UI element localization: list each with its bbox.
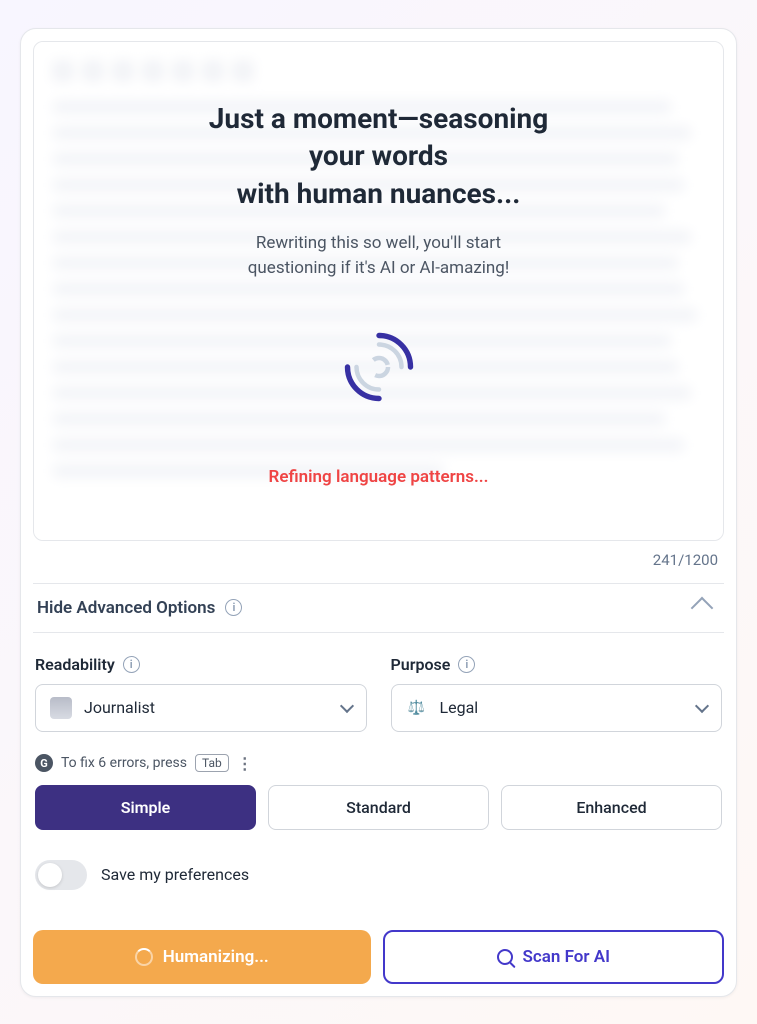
- scales-icon: ⚖️: [406, 697, 428, 719]
- overlay-subtitle: Rewriting this so well, you'll start que…: [248, 231, 509, 282]
- grammar-hint-text: To fix 6 errors, press: [61, 755, 187, 771]
- save-preferences-toggle[interactable]: [35, 860, 87, 890]
- mode-standard-button[interactable]: Standard: [268, 785, 489, 830]
- journalist-icon: [50, 697, 72, 719]
- purpose-value: Legal: [440, 698, 479, 717]
- loading-overlay: Just a moment—seasoning your words with …: [34, 42, 723, 540]
- scan-label: Scan For AI: [523, 947, 610, 967]
- chevron-up-icon: [691, 596, 714, 619]
- readability-select[interactable]: Journalist: [35, 684, 367, 732]
- title-line-3: with human nuances...: [237, 177, 521, 210]
- readability-column: Readability i Journalist: [35, 655, 367, 732]
- grammar-hint: G To fix 6 errors, press Tab ⋮: [33, 754, 724, 773]
- title-line-1: Just a moment—seasoning: [209, 102, 549, 135]
- info-icon[interactable]: i: [123, 656, 140, 673]
- mode-segments: Simple Standard Enhanced: [33, 785, 724, 830]
- overlay-title: Just a moment—seasoning your words with …: [209, 100, 549, 213]
- info-icon[interactable]: i: [225, 599, 242, 616]
- mode-enhanced-button[interactable]: Enhanced: [501, 785, 722, 830]
- advanced-options-label: Hide Advanced Options: [37, 598, 215, 618]
- scan-for-ai-button[interactable]: Scan For AI: [383, 930, 725, 984]
- humanize-label: Humanizing...: [163, 947, 269, 967]
- chevron-down-icon: [339, 698, 353, 712]
- humanize-button[interactable]: Humanizing...: [33, 930, 371, 984]
- info-icon[interactable]: i: [458, 656, 475, 673]
- readability-label-row: Readability i: [35, 655, 367, 674]
- word-count: 241/1200: [33, 541, 724, 583]
- options-row: Readability i Journalist Purpose i ⚖️ Le…: [33, 655, 724, 732]
- tab-key-badge: Tab: [195, 754, 229, 772]
- sub-line-2: questioning if it's AI or AI-amazing!: [248, 258, 509, 278]
- purpose-label-row: Purpose i: [391, 655, 723, 674]
- purpose-select[interactable]: ⚖️ Legal: [391, 684, 723, 732]
- fingerprint-spinner-icon: [334, 322, 424, 412]
- preferences-row: Save my preferences: [33, 860, 724, 890]
- more-dots-icon[interactable]: ⋮: [237, 754, 253, 773]
- grammarly-icon: G: [35, 754, 53, 772]
- readability-value: Journalist: [84, 698, 155, 717]
- sub-line-1: Rewriting this so well, you'll start: [256, 233, 501, 253]
- toggle-knob: [38, 863, 62, 887]
- status-message: Refining language patterns...: [269, 467, 489, 487]
- editor-area: Just a moment—seasoning your words with …: [33, 41, 724, 541]
- purpose-column: Purpose i ⚖️ Legal: [391, 655, 723, 732]
- search-icon: [497, 949, 513, 965]
- main-panel: Just a moment—seasoning your words with …: [20, 28, 737, 997]
- advanced-options-header[interactable]: Hide Advanced Options i: [33, 583, 724, 633]
- chevron-down-icon: [695, 698, 709, 712]
- mode-simple-button[interactable]: Simple: [35, 785, 256, 830]
- purpose-label: Purpose: [391, 655, 451, 674]
- save-preferences-label: Save my preferences: [101, 865, 249, 884]
- title-line-2: your words: [309, 139, 448, 172]
- loading-spinner-icon: [135, 948, 153, 966]
- action-buttons: Humanizing... Scan For AI: [33, 930, 724, 984]
- readability-label: Readability: [35, 655, 115, 674]
